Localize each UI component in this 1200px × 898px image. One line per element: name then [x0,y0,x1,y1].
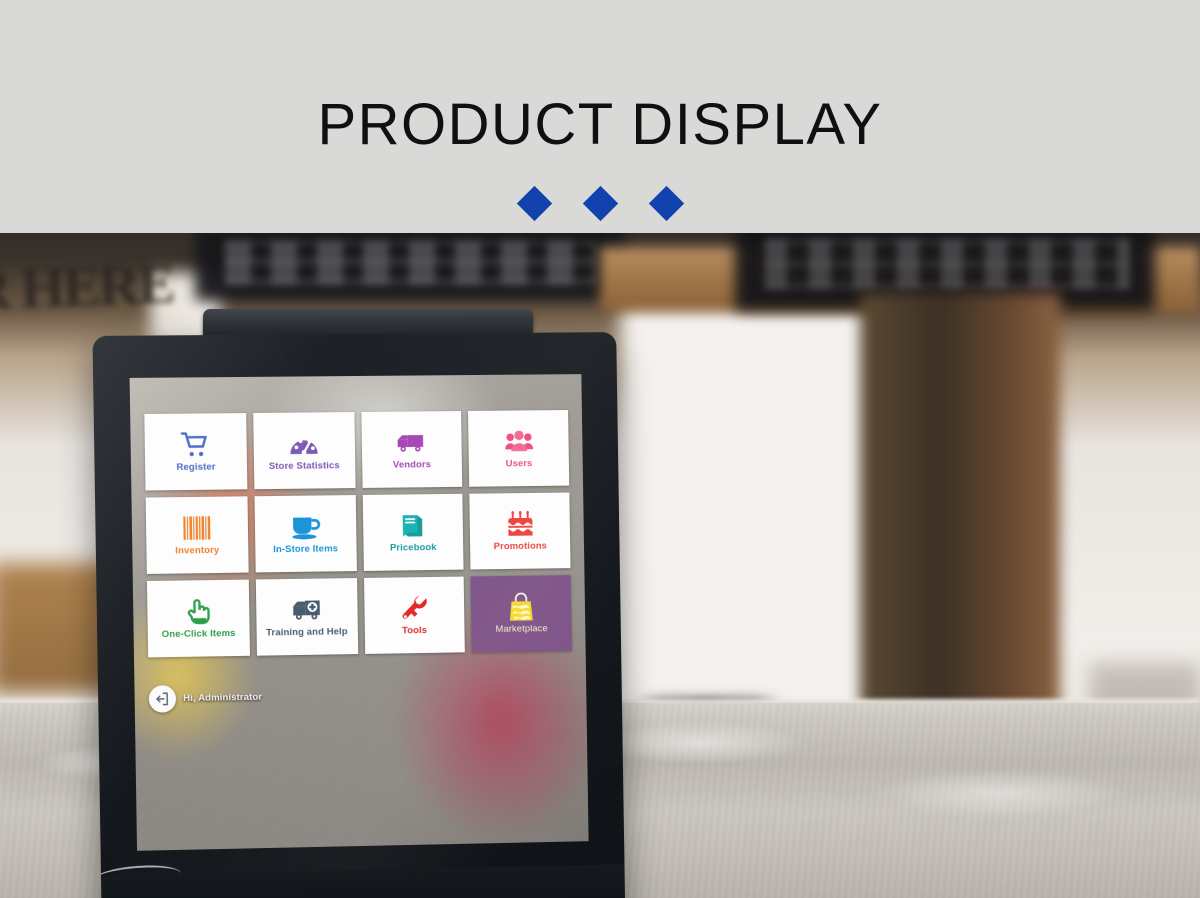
tile-one-click-items[interactable]: One-Click Items [146,579,250,658]
delivery-truck-icon [396,428,427,458]
tile-in-store-items[interactable]: In-Store Items [254,495,357,573]
tile-training-and-help[interactable]: Training and Help [255,578,358,656]
diamond-2-icon [582,185,618,222]
book-icon [399,510,426,540]
wooden-beam-vertical [860,293,1060,723]
wrench-icon [400,593,428,623]
tile-register[interactable]: Register [144,413,248,491]
screen-user-bar: Hi, Administrator [148,684,263,713]
shopping-bag-icon [508,592,535,622]
menu-blackboard-left-text [225,241,595,285]
tile-label: In-Store Items [273,543,339,556]
tile-label: One-Click Items [161,628,236,641]
pos-terminal: Register Store Statistics Vendors Users … [92,309,635,898]
user-greeting: Hi, Administrator [183,691,263,705]
tile-tools[interactable]: Tools [363,576,466,654]
ambulance-icon [291,595,323,626]
diamond-divider [516,185,684,222]
tile-label: Training and Help [266,626,348,639]
tile-label: Store Statistics [268,460,340,473]
page-header: PRODUCT DISPLAY [0,0,1200,233]
tile-inventory[interactable]: Inventory [145,496,249,574]
tile-label: Marketplace [495,623,548,636]
tile-label: Tools [401,625,428,637]
tile-label: Inventory [175,545,220,557]
background-wall [620,273,890,763]
terminal-screen[interactable]: Register Store Statistics Vendors Users … [129,374,589,851]
tile-vendors[interactable]: Vendors [360,411,463,488]
diamond-3-icon [648,185,684,222]
tile-label: Pricebook [389,542,437,554]
diamond-1-icon [516,185,552,222]
tile-label: Users [505,458,533,470]
pointing-hand-icon [185,596,211,627]
tile-promotions[interactable]: Promotions [469,492,571,570]
tile-label: Promotions [493,540,548,553]
tile-label: Vendors [392,459,432,471]
tile-marketplace[interactable]: Marketplace [470,575,572,653]
terminal-bezel: Register Store Statistics Vendors Users … [92,332,626,898]
coffee-cup-icon [290,512,322,542]
barcode-icon [182,513,212,544]
gauge-icon [289,429,320,459]
logout-arrow-icon[interactable] [148,685,177,713]
tile-users[interactable]: Users [468,410,570,487]
tile-store-statistics[interactable]: Store Statistics [252,412,356,490]
page-title: PRODUCT DISPLAY [317,92,883,157]
birthday-cake-icon [505,509,535,539]
tile-label: Register [176,461,216,474]
pos-app-tile-grid: Register Store Statistics Vendors Users … [144,410,572,658]
shopping-cart-icon [180,430,211,460]
product-photo: R HERE Register Store Statistics Vendors… [0,233,1200,898]
users-group-icon [504,426,534,456]
menu-blackboard-right-text [765,239,1130,289]
tile-pricebook[interactable]: Pricebook [362,493,464,571]
